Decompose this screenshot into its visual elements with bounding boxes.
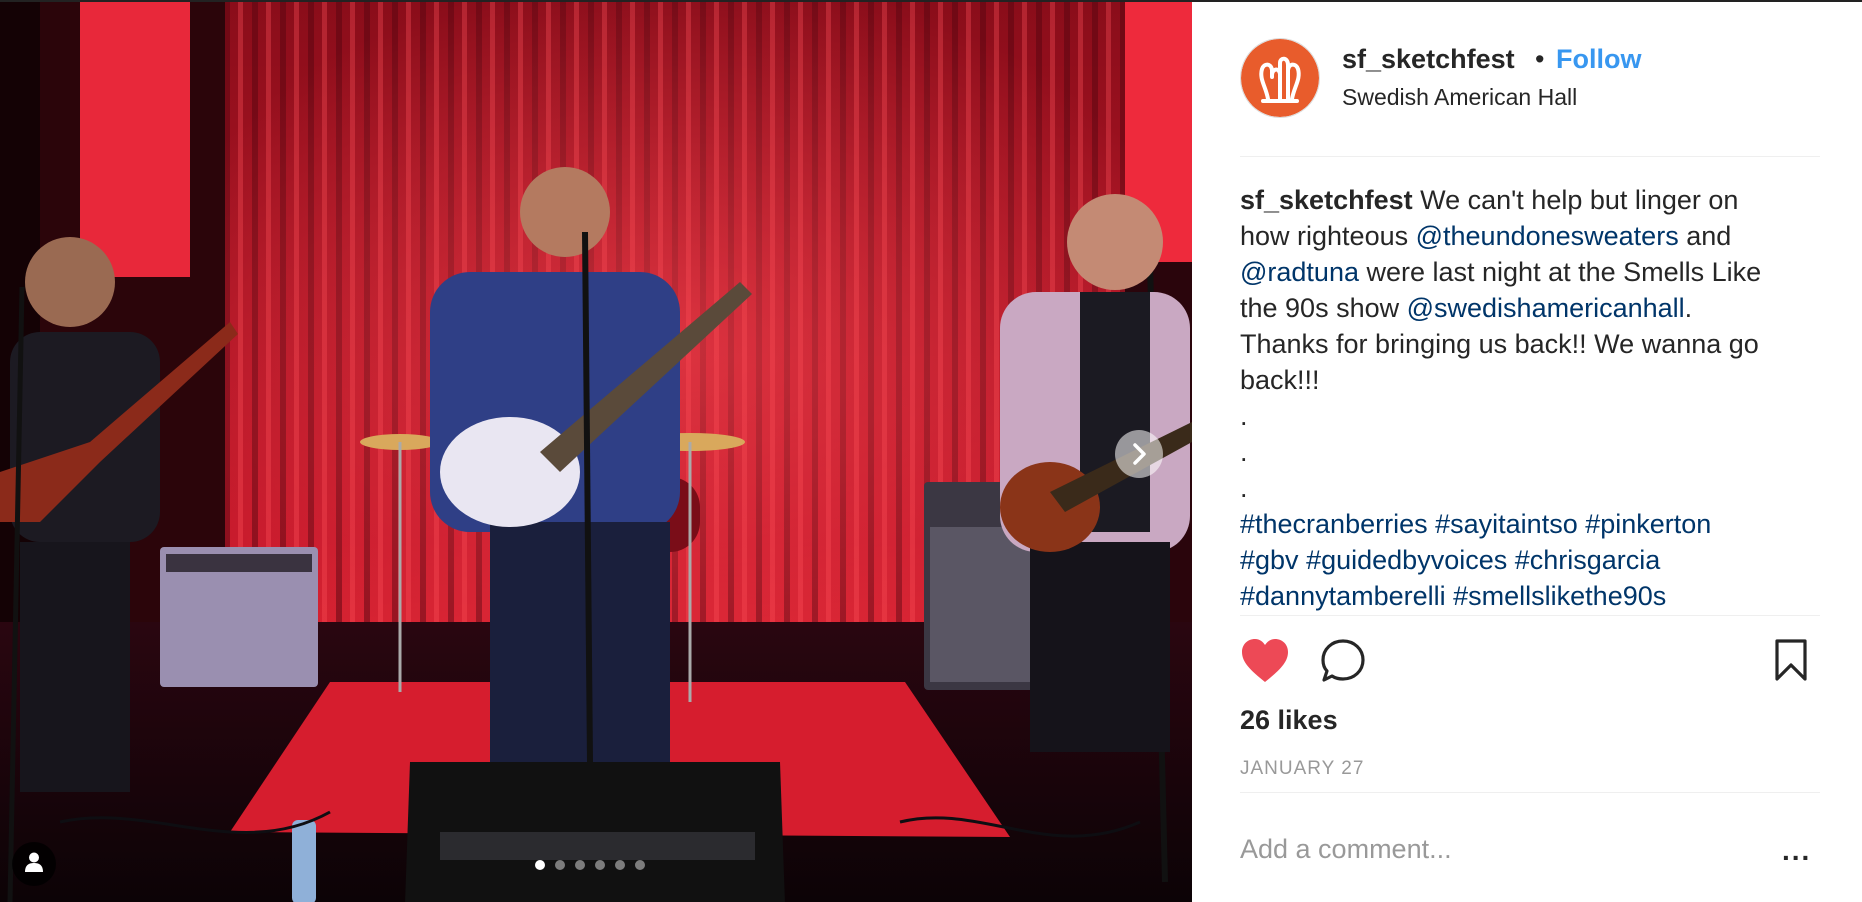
mention-link[interactable]: @radtuna	[1240, 257, 1359, 287]
caption-line: Thanks for bringing us back!! We wanna g…	[1240, 329, 1759, 359]
caption-dot: .	[1240, 437, 1248, 467]
caption-line: back!!!	[1240, 365, 1320, 395]
carousel-dot-6[interactable]	[635, 860, 645, 870]
avatar[interactable]	[1240, 38, 1320, 118]
like-count[interactable]: 26 likes	[1240, 705, 1338, 736]
post-caption: sf_sketchfest We can't help but linger o…	[1240, 182, 1815, 614]
caption-line: the 90s show @swedishamericanhall.	[1240, 290, 1815, 326]
comment-input[interactable]	[1240, 834, 1740, 865]
separator-bullet: •	[1535, 44, 1545, 74]
caption-line: @radtuna were last night at the Smells L…	[1240, 254, 1815, 290]
chevron-right-icon	[1129, 442, 1149, 466]
comment-button[interactable]	[1320, 638, 1366, 689]
hashtag-link[interactable]: #pinkerton	[1585, 509, 1711, 539]
caption-text: .	[1684, 293, 1693, 323]
hashtag-link[interactable]: #chrisgarcia	[1515, 545, 1661, 575]
carousel-dot-2[interactable]	[555, 860, 565, 870]
post-photo[interactable]	[0, 2, 1192, 902]
caption-dot: .	[1240, 401, 1248, 431]
caption-line: sf_sketchfest We can't help but linger o…	[1240, 182, 1815, 218]
carousel-indicator	[535, 860, 645, 870]
caption-username[interactable]: sf_sketchfest	[1240, 185, 1413, 215]
caption-line: how righteous @theundonesweaters and	[1240, 218, 1815, 254]
caption-text: were last night at the Smells Like	[1358, 257, 1762, 287]
user-tag-button[interactable]	[12, 842, 56, 886]
carousel-dot-1[interactable]	[535, 860, 545, 870]
caption-text: and	[1678, 221, 1732, 251]
hands-logo	[1241, 39, 1319, 117]
post-date: JANUARY 27	[1240, 758, 1365, 779]
hashtag-link[interactable]: #smellslikethe90s	[1453, 581, 1666, 611]
caption-text: We can't help but linger on	[1412, 185, 1739, 215]
carousel-next-button[interactable]	[1115, 430, 1163, 478]
follow-button[interactable]: Follow	[1556, 44, 1641, 75]
hashtag-link[interactable]: #gbv	[1240, 545, 1299, 575]
carousel-dot-3[interactable]	[575, 860, 585, 870]
more-options-button[interactable]: ...	[1782, 837, 1811, 865]
caption-dot: .	[1240, 473, 1248, 503]
hashtag-link[interactable]: #sayitaintso	[1435, 509, 1578, 539]
heart-icon	[1242, 639, 1288, 682]
caption-text: how righteous	[1240, 221, 1416, 251]
hashtag-row: #gbv #guidedbyvoices #chrisgarcia	[1240, 542, 1815, 578]
carousel-dot-4[interactable]	[595, 860, 605, 870]
hashtag-row: #thecranberries #sayitaintso #pinkerton	[1240, 506, 1815, 542]
footer-divider	[1240, 792, 1820, 793]
caption-divider	[1240, 615, 1820, 616]
header-divider	[1240, 156, 1820, 157]
bookmark-button[interactable]	[1774, 638, 1808, 687]
user-tag-icon	[23, 851, 45, 878]
bookmark-icon	[1775, 639, 1807, 681]
post-username[interactable]: sf_sketchfest	[1342, 44, 1515, 75]
post-details-panel: sf_sketchfest • Follow Swedish American …	[1192, 2, 1862, 902]
hashtag-link[interactable]: #thecranberries	[1240, 509, 1428, 539]
carousel-dot-5[interactable]	[615, 860, 625, 870]
hashtag-link[interactable]: #dannytamberelli	[1240, 581, 1446, 611]
hashtag-row: #dannytamberelli #smellslikethe90s	[1240, 578, 1815, 614]
mention-link[interactable]: @swedishamericanhall	[1407, 293, 1685, 323]
concert-stage-photo	[0, 2, 1192, 902]
hashtag-link[interactable]: #guidedbyvoices	[1306, 545, 1507, 575]
post-location[interactable]: Swedish American Hall	[1342, 84, 1577, 111]
mention-link[interactable]: @theundonesweaters	[1416, 221, 1679, 251]
comment-icon	[1321, 639, 1365, 682]
caption-text: the 90s show	[1240, 293, 1407, 323]
like-button[interactable]	[1240, 638, 1290, 689]
